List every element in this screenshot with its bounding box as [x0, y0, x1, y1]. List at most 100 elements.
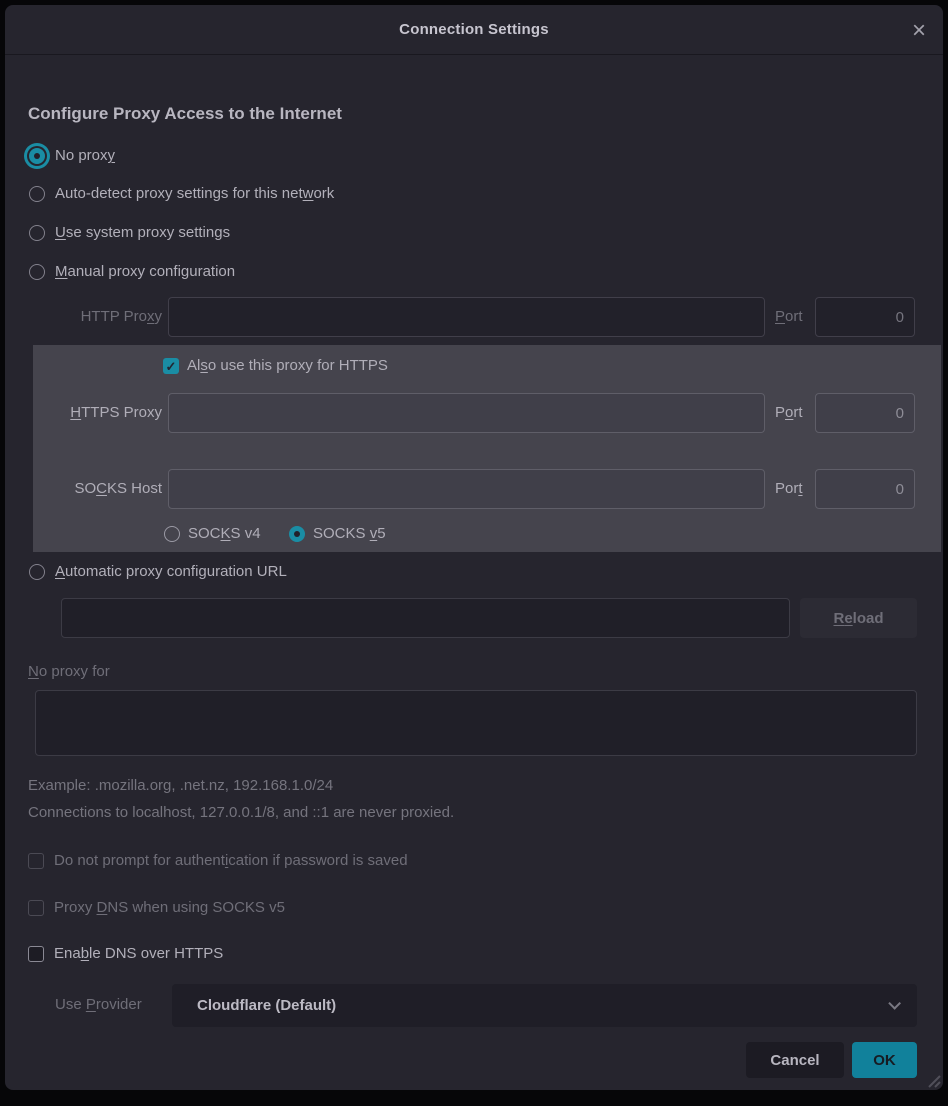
radio-auto-detect-label: Auto-detect proxy settings for this netw… [55, 182, 334, 206]
radio-socks-v4-label: SOCKS v4 [188, 522, 261, 546]
label-text: 5 [377, 525, 385, 542]
http-proxy-input[interactable] [168, 297, 765, 337]
label-accesskey: s [200, 357, 208, 374]
also-use-https-checkbox[interactable]: ✓ [163, 358, 179, 374]
also-use-https-label: Also use this proxy for HTTPS [187, 354, 388, 378]
radio-auto-url-label: Automatic proxy configuration URL [55, 560, 287, 584]
label-text: load [853, 610, 884, 627]
reload-button[interactable]: Reload [800, 598, 917, 638]
label-accesskey: K [221, 525, 231, 542]
label-accesskey: R [833, 610, 844, 627]
label-accesskey: b [81, 945, 89, 962]
label-accesskey: D [97, 899, 108, 916]
label-text: Use [55, 996, 86, 1013]
close-icon: × [912, 19, 926, 43]
label-text: NS when using SOCKS v5 [107, 899, 285, 916]
label-accesskey: t [798, 480, 802, 497]
label-text: cation if password is saved [228, 852, 407, 869]
radio-socks-v5-label: SOCKS v5 [313, 522, 386, 546]
titlebar: Connection Settings × [5, 5, 943, 55]
provider-selected-value: Cloudflare (Default) [197, 997, 888, 1014]
label-text: ort [785, 308, 803, 325]
enable-doh-label: Enable DNS over HTTPS [54, 942, 223, 966]
label-text: Auto-detect proxy settings for this net [55, 185, 303, 202]
label-accesskey: U [55, 224, 66, 241]
label-text: SOCKS [313, 525, 370, 542]
chevron-down-icon [888, 997, 901, 1010]
radio-use-system-label: Use system proxy settings [55, 221, 230, 245]
ok-button[interactable]: OK [852, 1042, 917, 1078]
socks-port-label: Port [775, 469, 803, 509]
label-accesskey: M [55, 263, 68, 280]
label-text: rovider [96, 996, 142, 1013]
connection-settings-dialog: Connection Settings × Configure Proxy Ac… [5, 5, 943, 1090]
http-proxy-label: HTTP Proxy [5, 297, 162, 337]
cancel-button[interactable]: Cancel [746, 1042, 844, 1078]
label-accesskey: H [70, 404, 81, 421]
label-text: Al [187, 357, 200, 374]
proxy-dns-socks5-checkbox[interactable] [28, 900, 44, 916]
label-text: Proxy [54, 899, 97, 916]
label-text: ork [313, 185, 334, 202]
label-text: P [775, 404, 785, 421]
radio-auto-detect[interactable] [29, 186, 45, 202]
no-proxy-for-input[interactable] [35, 690, 917, 756]
no-proxy-for-label: No proxy for [28, 660, 110, 684]
label-text: No prox [55, 147, 108, 164]
label-text: S v4 [231, 525, 261, 542]
label-text: se system proxy settings [66, 224, 230, 241]
radio-socks-v5[interactable] [289, 526, 305, 542]
label-accesskey: P [775, 308, 785, 325]
label-text: o use this proxy for HTTPS [208, 357, 388, 374]
label-text: le DNS over HTTPS [89, 945, 223, 962]
no-prompt-auth-checkbox[interactable] [28, 853, 44, 869]
auto-url-input[interactable] [61, 598, 790, 638]
label-text: HTTP Pro [81, 308, 147, 325]
page-title: Configure Proxy Access to the Internet [28, 104, 342, 124]
label-accesskey: w [303, 185, 314, 202]
socks-host-label: SOCKS Host [5, 469, 162, 509]
radio-use-system[interactable] [29, 225, 45, 241]
label-accesskey: C [96, 480, 107, 497]
radio-no-proxy[interactable] [29, 148, 45, 164]
label-text: rt [793, 404, 802, 421]
resize-grip[interactable] [923, 1070, 941, 1088]
https-port-input[interactable] [815, 393, 915, 433]
label-accesskey: P [86, 996, 96, 1013]
https-proxy-input[interactable] [168, 393, 765, 433]
dialog-title: Connection Settings [399, 21, 549, 38]
radio-auto-url[interactable] [29, 564, 45, 580]
label-accesskey: A [55, 563, 65, 580]
http-port-label: Port [775, 297, 803, 337]
label-accesskey: N [28, 663, 39, 680]
no-prompt-auth-label: Do not prompt for authentication if pass… [54, 849, 408, 873]
provider-select[interactable]: Cloudflare (Default) [172, 984, 917, 1027]
label-accesskey: x [147, 308, 155, 325]
radio-no-proxy-label: No proxy [55, 144, 115, 168]
https-port-label: Port [775, 393, 803, 433]
label-text: y [155, 308, 163, 325]
socks-port-input[interactable] [815, 469, 915, 509]
label-text: TTPS Proxy [81, 404, 162, 421]
label-accesskey: e [844, 610, 852, 627]
https-proxy-label: HTTPS Proxy [5, 393, 162, 433]
http-port-input[interactable] [815, 297, 915, 337]
label-text: Por [775, 480, 798, 497]
label-accesskey: y [108, 147, 116, 164]
label-text: utomatic proxy configuration URL [65, 563, 287, 580]
radio-manual-label: Manual proxy configuration [55, 260, 235, 284]
radio-manual[interactable] [29, 264, 45, 280]
radio-socks-v4[interactable] [164, 526, 180, 542]
label-text: o proxy for [39, 663, 110, 680]
socks-host-input[interactable] [168, 469, 765, 509]
label-text: SOC [188, 525, 221, 542]
label-text: SO [74, 480, 96, 497]
label-text: Do not prompt for authent [54, 852, 225, 869]
hint-example: Example: .mozilla.org, .net.nz, 192.168.… [28, 774, 333, 798]
search-highlight-region [33, 345, 941, 552]
enable-doh-checkbox[interactable] [28, 946, 44, 962]
close-button[interactable]: × [905, 17, 933, 45]
hint-localhost: Connections to localhost, 127.0.0.1/8, a… [28, 801, 454, 825]
label-text: Ena [54, 945, 81, 962]
label-text: KS Host [107, 480, 162, 497]
